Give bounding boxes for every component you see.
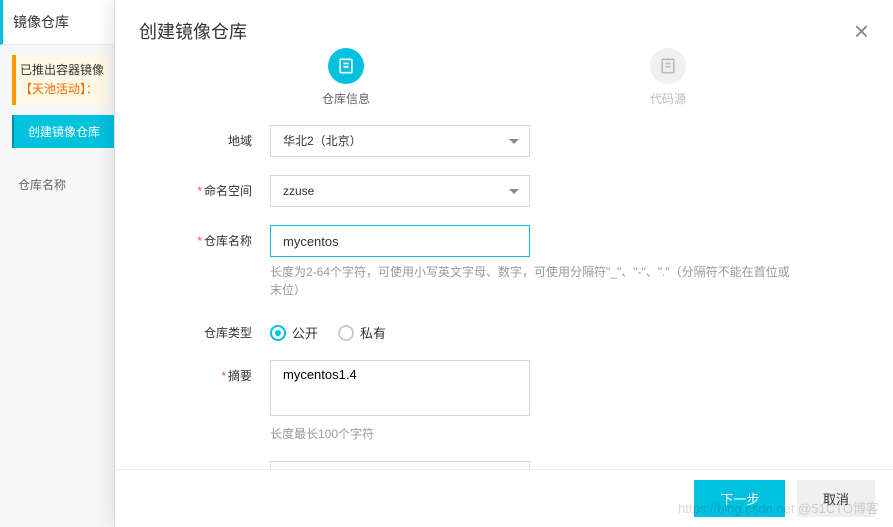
alert-box: 已推出容器镜像 【天池活动】： xyxy=(12,55,108,105)
close-icon[interactable]: × xyxy=(854,18,869,44)
step-1-label: 仓库信息 xyxy=(322,90,370,107)
sidebar-create-button[interactable]: 创建镜像仓库 xyxy=(12,115,114,148)
namespace-label: 命名空间 xyxy=(204,184,252,198)
next-button[interactable]: 下一步 xyxy=(694,480,785,517)
repo-type-public[interactable]: 公开 xyxy=(270,323,318,342)
summary-label: 摘要 xyxy=(228,369,252,383)
alert-link[interactable]: 【天池活动】： xyxy=(20,82,98,96)
step-2: 代码源 xyxy=(650,48,686,107)
step-1-icon xyxy=(328,48,364,84)
cancel-button[interactable]: 取消 xyxy=(797,480,875,517)
step-2-label: 代码源 xyxy=(650,90,686,107)
radio-public-label: 公开 xyxy=(292,323,318,342)
region-select[interactable]: 华北2（北京） xyxy=(270,125,530,157)
repo-name-helper: 长度为2-64个字符，可使用小写英文字母、数字，可使用分隔符"_"、"-"、".… xyxy=(270,263,790,299)
namespace-select[interactable]: zzuse xyxy=(270,175,530,207)
column-header-name: 仓库名称 xyxy=(18,176,114,193)
alert-line-1: 已推出容器镜像 xyxy=(20,61,104,80)
radio-icon xyxy=(338,325,354,341)
modal-title: 创建镜像仓库 xyxy=(139,18,247,44)
repo-type-label: 仓库类型 xyxy=(155,317,270,341)
repo-type-private[interactable]: 私有 xyxy=(338,323,386,342)
step-2-icon xyxy=(650,48,686,84)
page-title: 镜像仓库 xyxy=(0,0,114,45)
step-1: 仓库信息 xyxy=(322,48,370,107)
summary-input[interactable]: mycentos1.4 xyxy=(270,360,530,416)
summary-helper: 长度最长100个字符 xyxy=(270,425,790,443)
radio-private-label: 私有 xyxy=(360,323,386,342)
radio-icon xyxy=(270,325,286,341)
repo-name-input[interactable] xyxy=(270,225,530,257)
create-repo-modal: 创建镜像仓库 × 仓库信息 代码源 地域 华北2（北京） *命名空间 zzus xyxy=(115,0,893,527)
region-label: 地域 xyxy=(155,125,270,149)
repo-name-label: 仓库名称 xyxy=(204,234,252,248)
